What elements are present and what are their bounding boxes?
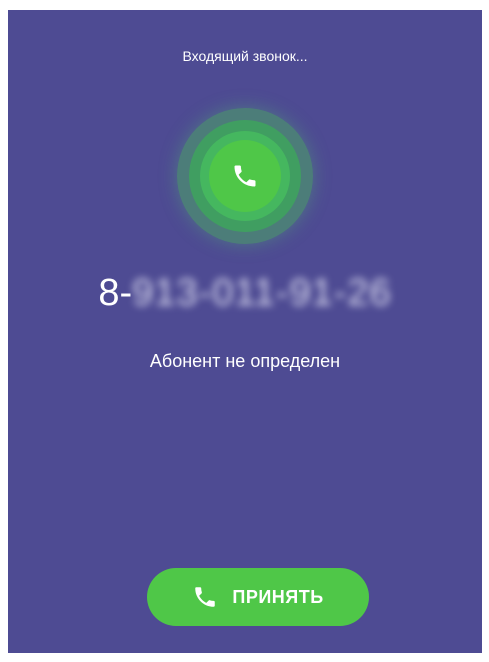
phone-icon [234, 165, 256, 187]
accept-call-button[interactable]: ПРИНЯТЬ [147, 568, 369, 626]
accept-call-label: ПРИНЯТЬ [232, 586, 324, 607]
caller-number-masked: 913-011-91-26 [132, 272, 392, 314]
caller-number: 8-913-011-91-26 [8, 272, 482, 315]
call-status-text: Входящий звонок... [182, 48, 308, 64]
incoming-call-indicator [209, 140, 281, 212]
caller-number-prefix: 8- [98, 272, 133, 314]
caller-name: Абонент не определен [149, 351, 341, 371]
incoming-call-panel: Входящий звонок... 8-913-011-91-26 Абоне… [8, 10, 482, 653]
phone-icon [192, 584, 218, 610]
